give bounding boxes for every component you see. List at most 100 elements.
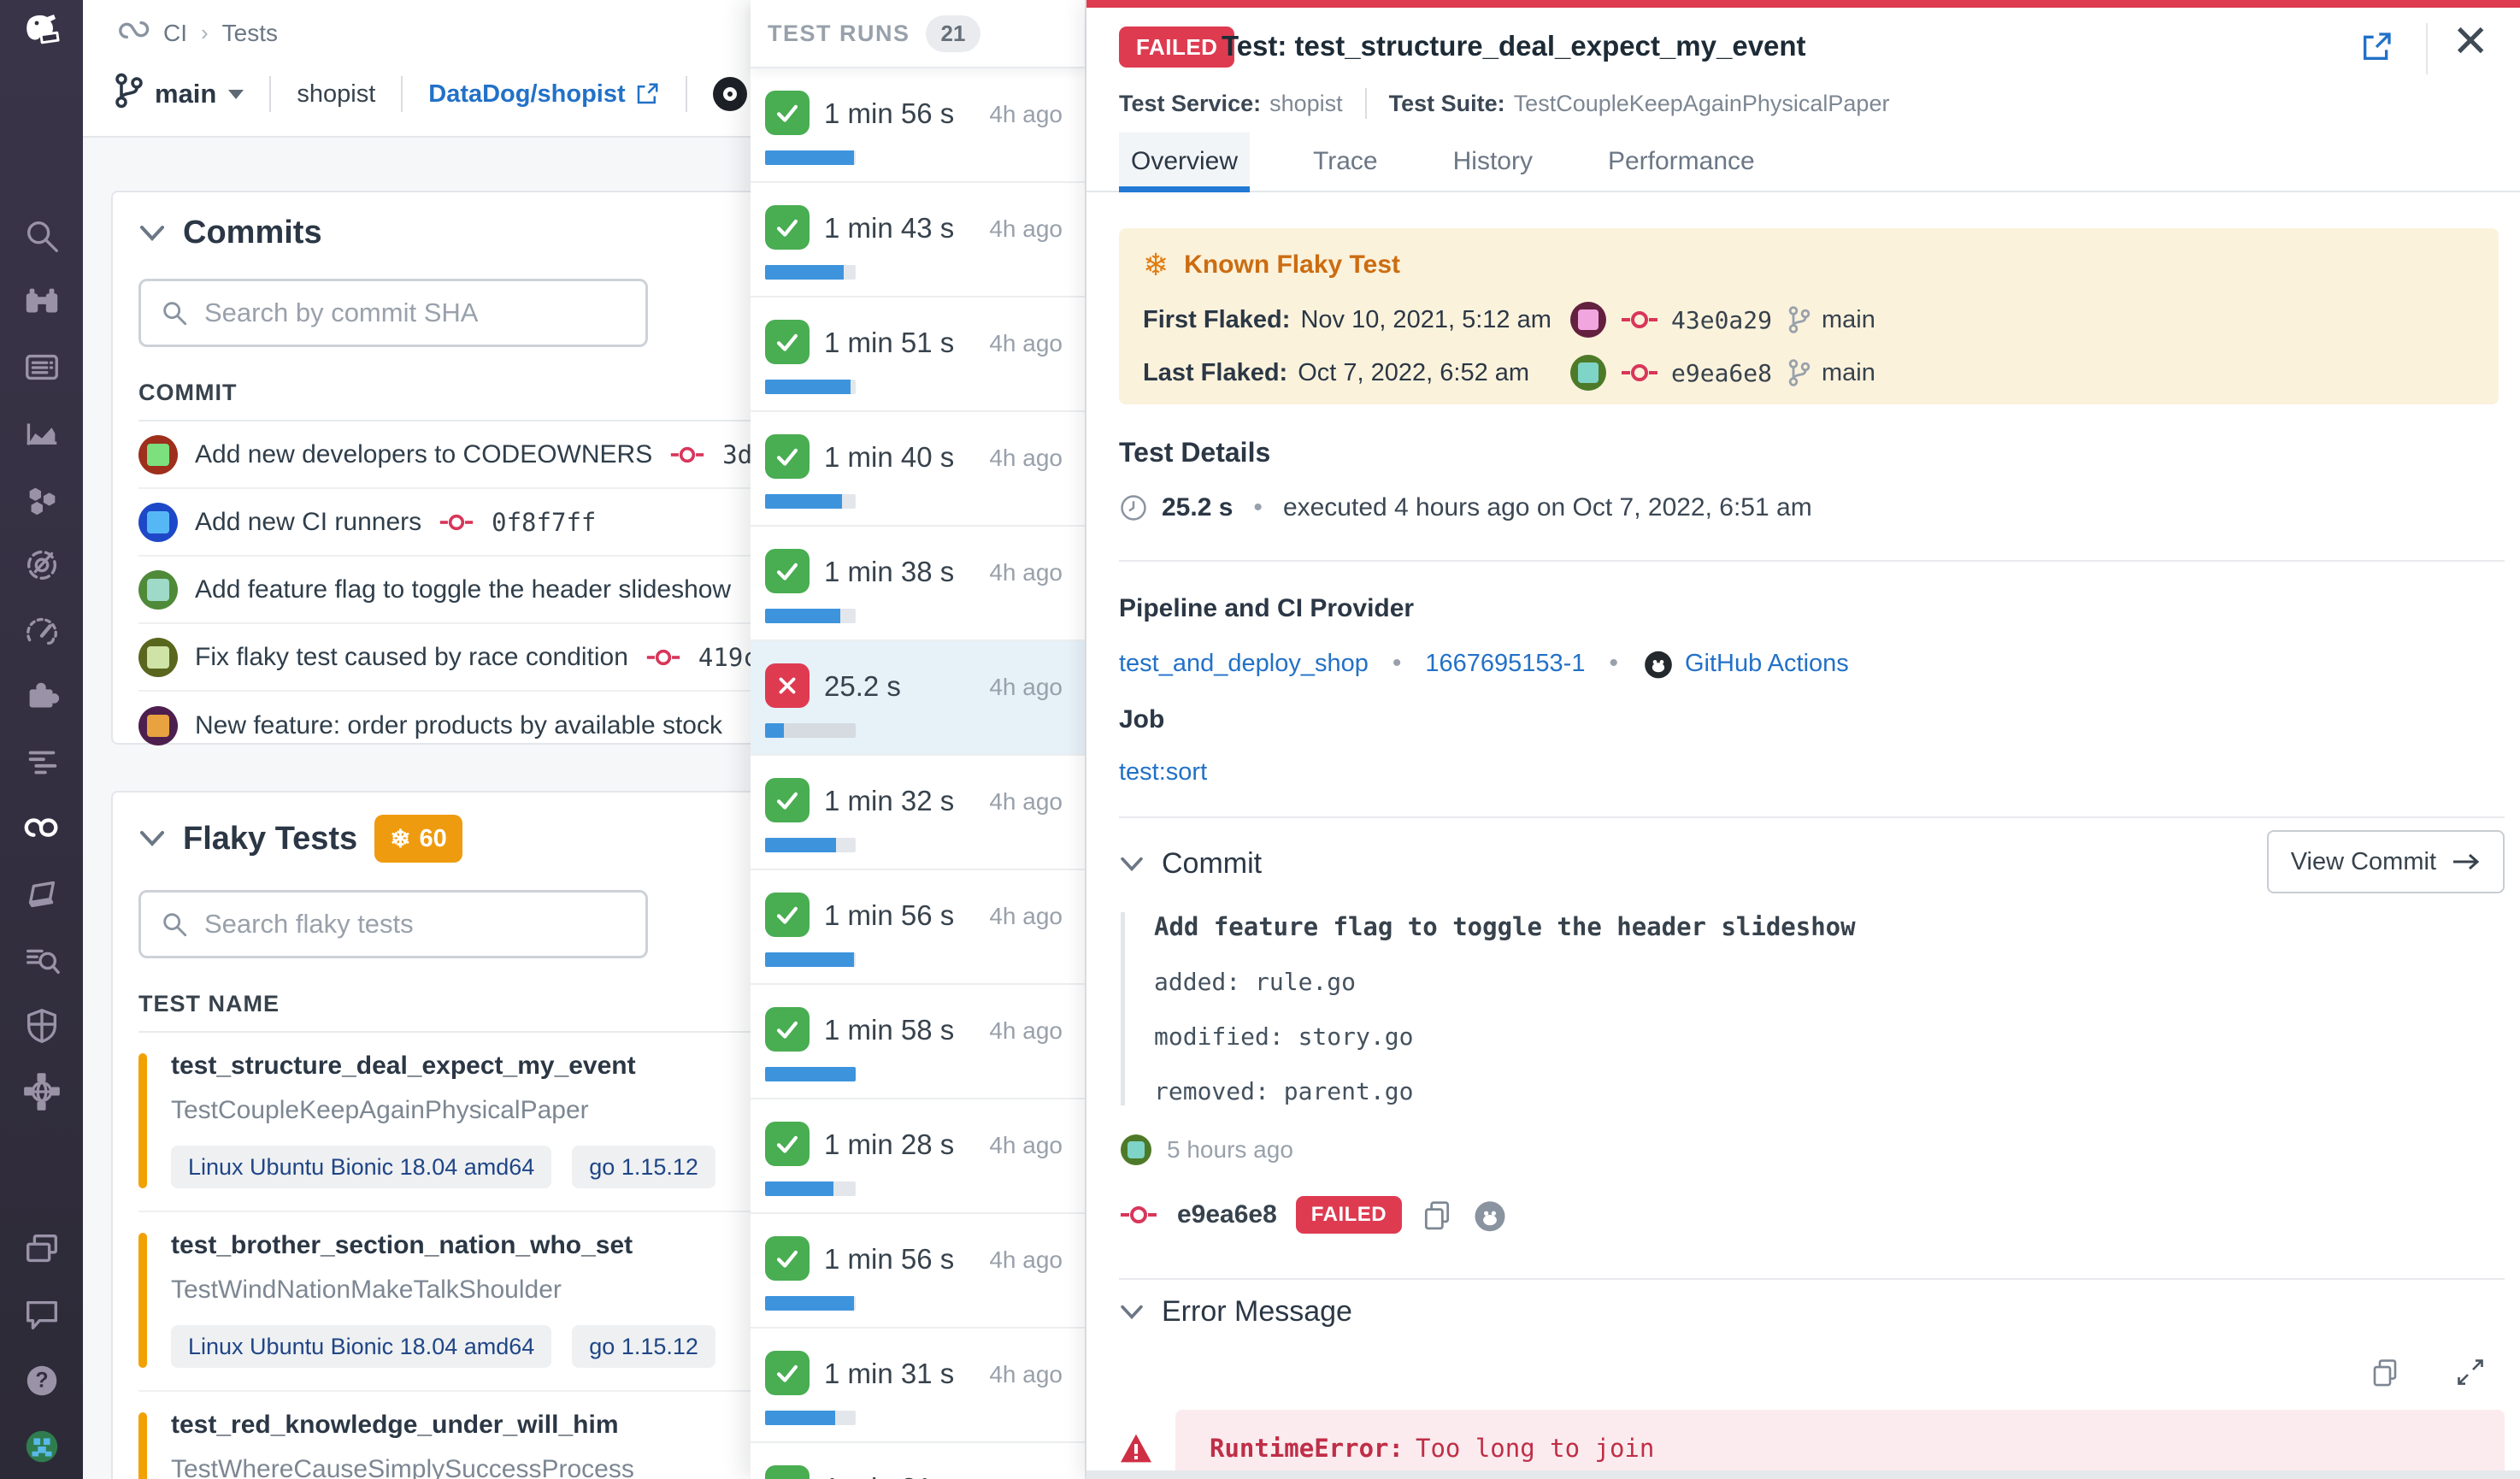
- ci-provider-link[interactable]: GitHub Actions: [1685, 650, 1849, 678]
- tag-pill[interactable]: Linux Ubuntu Bionic 18.04 amd64: [171, 1146, 552, 1188]
- collapse-chevron-icon[interactable]: [138, 224, 166, 243]
- run-age: 4h ago: [989, 559, 1063, 586]
- commit-row[interactable]: Add new developers to CODEOWNERS3ddb: [138, 421, 795, 489]
- ci-pipelines-icon[interactable]: [21, 808, 62, 849]
- flaky-test-name[interactable]: test_structure_deal_expect_my_event: [171, 1052, 795, 1081]
- test-run-row[interactable]: 25.2 s 4h ago: [751, 641, 1085, 756]
- copy-icon[interactable]: [1421, 1199, 1453, 1231]
- collapse-chevron-icon[interactable]: [1119, 1304, 1145, 1321]
- security-shield-icon[interactable]: [21, 1005, 62, 1046]
- error-heading: Error Message: [1162, 1295, 1352, 1328]
- commit-sha-row: e9ea6e8 FAILED: [1119, 1196, 1508, 1234]
- test-run-row[interactable]: 1 min 56 s 4h ago: [751, 1214, 1085, 1329]
- duration-value: 25.2 s: [1162, 493, 1234, 521]
- binoculars-icon[interactable]: [21, 281, 62, 322]
- pipeline-link[interactable]: test_and_deploy_shop: [1119, 650, 1369, 678]
- last-flaked-sha[interactable]: e9ea6e8: [1671, 359, 1772, 387]
- open-external-icon[interactable]: [2359, 30, 2393, 68]
- test-run-row[interactable]: 1 min 43 s 4h ago: [751, 183, 1085, 298]
- hexagons-icon[interactable]: [21, 479, 62, 520]
- pipeline-run-link[interactable]: 1667695153-1: [1425, 650, 1585, 678]
- test-run-row[interactable]: 1 min 58 s 4h ago: [751, 985, 1085, 1099]
- test-run-row[interactable]: 1 min 38 s 4h ago: [751, 527, 1085, 641]
- commit-row[interactable]: Add feature flag to toggle the header sl…: [138, 557, 795, 624]
- snowflake-icon: ❄: [1143, 247, 1169, 282]
- gauge-icon[interactable]: [21, 610, 62, 651]
- test-run-row[interactable]: 1 min 56 s 4h ago: [751, 68, 1085, 183]
- breadcrumb-page[interactable]: Tests: [222, 20, 278, 47]
- commit-row[interactable]: New feature: order products by available…: [138, 692, 795, 759]
- check-icon: [765, 893, 810, 937]
- source-provider-icon[interactable]: [712, 77, 747, 111]
- copy-icon[interactable]: [2370, 1357, 2400, 1388]
- close-icon[interactable]: ✕: [2452, 16, 2489, 68]
- repo-link[interactable]: DataDog/shopist: [428, 80, 659, 109]
- flaky-test-item[interactable]: test_brother_section_nation_who_set TestW…: [138, 1212, 795, 1392]
- datadog-logo-icon[interactable]: [21, 12, 62, 53]
- service-value: shopist: [1269, 90, 1343, 116]
- test-run-row[interactable]: 1 min 51 s 4h ago: [751, 298, 1085, 412]
- tab-overview[interactable]: Overview: [1119, 133, 1251, 192]
- flaky-test-suite: TestWhereCauseSimplySuccessProcess: [171, 1455, 634, 1479]
- notebook-icon[interactable]: [21, 874, 62, 915]
- tab-trace[interactable]: Trace: [1301, 133, 1390, 191]
- run-duration: 1 min 38 s: [824, 556, 955, 587]
- commit-search-input[interactable]: [204, 298, 627, 328]
- collapse-chevron-icon[interactable]: [138, 829, 166, 848]
- tag-pill[interactable]: Linux Ubuntu Bionic 18.04 amd64: [171, 1325, 552, 1368]
- workspaces-icon[interactable]: [21, 1229, 62, 1270]
- branch-selector[interactable]: main: [155, 79, 216, 109]
- log-search-icon[interactable]: [21, 940, 62, 981]
- flaky-search-input[interactable]: [204, 909, 627, 940]
- job-link[interactable]: test:sort: [1119, 758, 1207, 787]
- first-flaked-sha[interactable]: 43e0a29: [1671, 306, 1772, 334]
- flaky-test-name[interactable]: test_red_knowledge_under_will_him: [171, 1411, 795, 1440]
- help-icon[interactable]: ?: [21, 1360, 62, 1401]
- chat-icon[interactable]: [21, 1294, 62, 1335]
- search-icon[interactable]: [21, 215, 62, 256]
- tag-pill[interactable]: go 1.15.12: [572, 1146, 715, 1188]
- github-icon[interactable]: [1472, 1197, 1508, 1233]
- commit-sha[interactable]: e9ea6e8: [1177, 1200, 1277, 1229]
- test-run-row[interactable]: 1 min 40 s 4h ago: [751, 412, 1085, 527]
- sidebar-nav: [21, 215, 62, 1112]
- test-run-row[interactable]: 1 min 28 s 4h ago: [751, 1099, 1085, 1214]
- commit-row[interactable]: Fix flaky test caused by race condition 4…: [138, 624, 795, 692]
- flaky-test-item[interactable]: test_structure_deal_expect_my_event TestC…: [138, 1033, 795, 1212]
- flaky-indicator-bar: [138, 1053, 147, 1188]
- service-name[interactable]: shopist: [297, 80, 375, 109]
- user-avatar[interactable]: [21, 1426, 62, 1467]
- commit-row[interactable]: Add new CI runners 0f8f7ff: [138, 489, 795, 557]
- breadcrumb-section[interactable]: CI: [163, 20, 187, 47]
- flaky-test-name[interactable]: test_brother_section_nation_who_set: [171, 1231, 795, 1260]
- commit-list: Add new developers to CODEOWNERS3ddbAdd …: [138, 421, 795, 759]
- view-commit-button[interactable]: View Commit: [2266, 830, 2505, 893]
- left-sidebar: ?: [0, 0, 83, 1479]
- dashboard-icon[interactable]: [21, 347, 62, 388]
- run-duration: 1 min 43 s: [824, 212, 955, 244]
- divider: [1364, 88, 1367, 119]
- expand-icon[interactable]: [2455, 1357, 2486, 1388]
- chart-icon[interactable]: [21, 413, 62, 454]
- commit-search[interactable]: [138, 279, 648, 347]
- run-age: 4h ago: [989, 674, 1063, 700]
- flaky-search[interactable]: [138, 890, 648, 958]
- chevron-down-icon[interactable]: [228, 89, 244, 99]
- commit-sha[interactable]: 419c: [698, 643, 758, 672]
- test-run-row[interactable]: 1 min 56 s 4h ago: [751, 870, 1085, 985]
- apm-target-icon[interactable]: [21, 545, 62, 586]
- test-run-row[interactable]: 1 min 21 s 4h ago: [751, 1443, 1085, 1479]
- flaky-test-item[interactable]: test_red_knowledge_under_will_him TestWhe…: [138, 1392, 795, 1479]
- commit-sha[interactable]: 0f8f7ff: [492, 508, 596, 537]
- commit-icon: [1622, 364, 1657, 381]
- logs-icon[interactable]: [21, 742, 62, 783]
- tag-pill[interactable]: go 1.15.12: [572, 1325, 715, 1368]
- tab-performance[interactable]: Performance: [1596, 133, 1767, 191]
- tab-history[interactable]: History: [1441, 133, 1545, 191]
- collapse-chevron-icon[interactable]: [1119, 856, 1145, 873]
- test-run-row[interactable]: 1 min 31 s 4h ago: [751, 1329, 1085, 1443]
- commit-message: Fix flaky test caused by race condition: [195, 642, 628, 671]
- test-run-row[interactable]: 1 min 32 s 4h ago: [751, 756, 1085, 870]
- network-globe-icon[interactable]: [21, 1071, 62, 1112]
- puzzle-icon[interactable]: [21, 676, 62, 717]
